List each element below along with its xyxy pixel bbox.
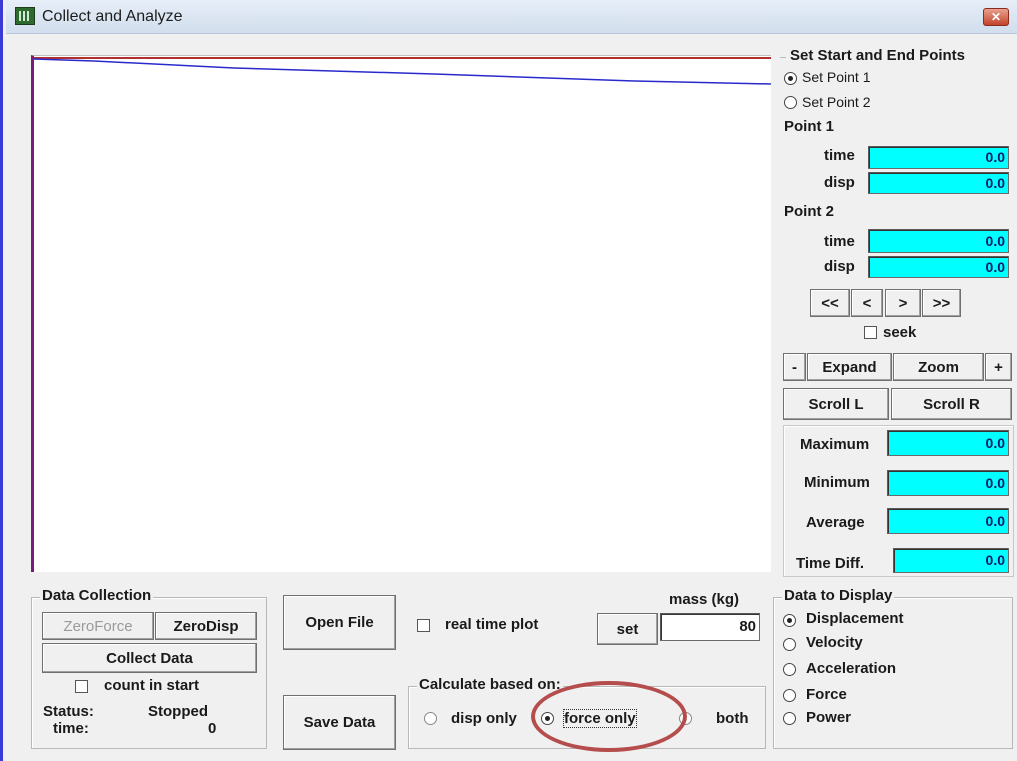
mass-label: mass (kg) — [669, 591, 740, 608]
power-radio[interactable] — [783, 712, 796, 725]
displacement-radio[interactable] — [783, 614, 796, 627]
set-points-title: Set Start and End Points — [790, 47, 966, 64]
collect-data-label: Collect Data — [106, 649, 193, 667]
seek-next-button[interactable]: > — [885, 289, 921, 317]
window-title: Collect and Analyze — [42, 8, 183, 25]
zoom-plus-button[interactable]: + — [985, 353, 1012, 381]
seek-checkbox[interactable] — [864, 326, 877, 339]
status-label: Status: — [43, 703, 94, 720]
force-radio[interactable] — [783, 689, 796, 702]
minimum-field: 0.0 — [887, 470, 1009, 496]
point-2-time-field[interactable]: 0.0 — [868, 229, 1009, 253]
seek-first-button[interactable]: << — [810, 289, 850, 317]
disp-only-radio[interactable] — [424, 712, 437, 725]
seek-label: seek — [883, 324, 917, 341]
count-in-start-label: count in start — [104, 677, 200, 694]
force-label: Force — [806, 686, 847, 703]
plot-lines — [34, 57, 771, 85]
acceleration-radio[interactable] — [783, 663, 796, 676]
close-button[interactable]: ✕ — [983, 8, 1009, 26]
displacement-label: Displacement — [806, 610, 904, 627]
point-1-disp-field[interactable]: 0.0 — [868, 172, 1009, 194]
plot-area[interactable] — [31, 55, 771, 572]
title-bar: Collect and Analyze ✕ — [6, 0, 1017, 34]
set-point-2-label: Set Point 2 — [802, 94, 871, 110]
set-point-1-radio[interactable] — [784, 72, 797, 85]
collect-data-button[interactable]: Collect Data — [42, 643, 257, 673]
close-icon: ✕ — [990, 10, 1002, 24]
mass-set-button[interactable]: set — [597, 613, 658, 645]
average-field: 0.0 — [887, 508, 1009, 534]
open-file-label: Open File — [305, 614, 374, 631]
point-1-time-label: time — [824, 147, 855, 164]
real-time-plot-label: real time plot — [445, 616, 539, 633]
point-2-label: Point 2 — [784, 203, 835, 220]
disp-only-label: disp only — [451, 710, 517, 727]
mass-input[interactable]: 80 — [660, 613, 760, 641]
expand-button[interactable]: Expand — [807, 353, 892, 381]
count-in-start-checkbox[interactable] — [75, 680, 88, 693]
save-data-label: Save Data — [303, 714, 376, 731]
time-label: time: — [53, 720, 89, 737]
scroll-left-button[interactable]: Scroll L — [783, 388, 889, 420]
maximum-label: Maximum — [800, 436, 870, 453]
seek-prev-button[interactable]: < — [851, 289, 883, 317]
point-2-disp-label: disp — [824, 258, 855, 275]
data-to-display-title: Data to Display — [782, 587, 895, 604]
set-point-1-label: Set Point 1 — [802, 69, 871, 85]
point-1-disp-label: disp — [824, 174, 855, 191]
calculate-title: Calculate based on: — [417, 676, 563, 693]
zoom-minus-button[interactable]: - — [783, 353, 806, 381]
point-1-label: Point 1 — [784, 118, 835, 135]
point-2-disp-field[interactable]: 0.0 — [868, 256, 1009, 278]
app-icon — [15, 7, 35, 25]
zoom-button[interactable]: Zoom — [893, 353, 984, 381]
average-label: Average — [806, 514, 865, 531]
both-label: both — [716, 710, 749, 727]
scroll-right-button[interactable]: Scroll R — [891, 388, 1012, 420]
maximum-field: 0.0 — [887, 430, 1009, 456]
power-label: Power — [806, 709, 852, 726]
acceleration-label: Acceleration — [806, 660, 897, 677]
time-diff-field: 0.0 — [893, 548, 1009, 573]
save-data-button[interactable]: Save Data — [283, 695, 396, 750]
status-value: Stopped — [148, 703, 208, 720]
app-window: Collect and Analyze ✕ Set Start and End … — [0, 0, 1017, 761]
point-2-time-label: time — [824, 233, 855, 250]
open-file-button[interactable]: Open File — [283, 595, 396, 650]
data-collection-title: Data Collection — [40, 587, 154, 604]
time-value: 0 — [208, 720, 217, 737]
point-1-time-field[interactable]: 0.0 — [868, 146, 1009, 169]
annotation-oval — [531, 681, 687, 752]
time-diff-label: Time Diff. — [796, 555, 865, 572]
minimum-label: Minimum — [804, 474, 870, 491]
real-time-plot-checkbox[interactable] — [417, 619, 430, 632]
seek-last-button[interactable]: >> — [922, 289, 961, 317]
velocity-radio[interactable] — [783, 638, 796, 651]
plot-line-blue — [34, 58, 771, 85]
zero-disp-button[interactable]: ZeroDisp — [155, 612, 257, 640]
set-point-2-radio[interactable] — [784, 96, 797, 109]
zero-force-button[interactable]: ZeroForce — [42, 612, 154, 640]
velocity-label: Velocity — [806, 634, 863, 651]
